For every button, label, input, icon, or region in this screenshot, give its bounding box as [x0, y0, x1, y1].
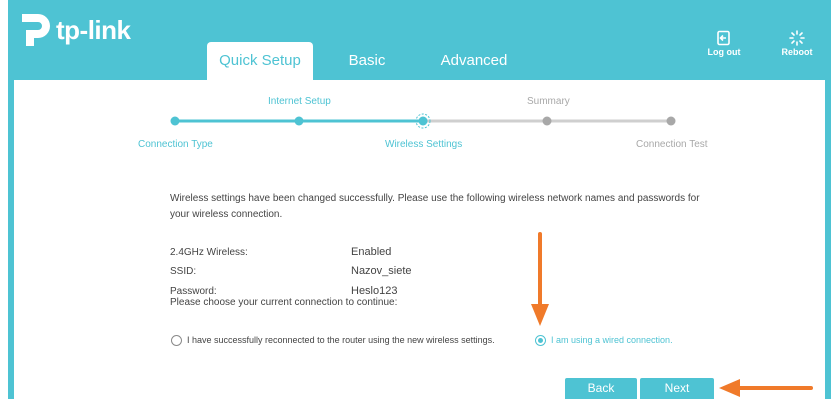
step-dot-wireless-settings [418, 116, 428, 126]
wired-option-label[interactable]: I am using a wired connection. [551, 335, 673, 345]
success-message: Wireless settings have been changed succ… [170, 193, 700, 220]
password-value: Heslo123 [351, 285, 398, 297]
step-dot-connection-type [170, 116, 180, 126]
step-dot-internet-setup [294, 116, 304, 126]
password-label: Password: [170, 286, 217, 297]
next-button[interactable]: Next [640, 378, 714, 399]
reconnected-option-label[interactable]: I have successfully reconnected to the r… [187, 335, 495, 345]
back-button[interactable]: Back [565, 378, 637, 399]
step-dot-summary [542, 116, 552, 126]
wired-radio[interactable] [535, 335, 546, 346]
step-label-internet-setup: Internet Setup [268, 96, 331, 107]
choose-prompt: Please choose your current connection to… [170, 297, 398, 308]
step-label-connection-type: Connection Type [138, 139, 213, 150]
step-label-wireless-settings: Wireless Settings [385, 139, 463, 150]
setup-progress [170, 113, 676, 129]
annotation-arrow-down-icon [531, 232, 549, 326]
ssid-label: SSID: [170, 266, 197, 277]
step-label-summary: Summary [527, 96, 570, 107]
step-dot-connection-test [666, 116, 676, 126]
wireless-value: Enabled [351, 246, 392, 258]
annotation-arrow-left-icon [719, 379, 813, 397]
reconnected-radio[interactable] [171, 335, 182, 346]
ssid-value: Nazov_siete [351, 265, 412, 277]
step-label-connection-test: Connection Test [636, 139, 708, 150]
wireless-label: 2.4GHz Wireless: [170, 247, 248, 258]
